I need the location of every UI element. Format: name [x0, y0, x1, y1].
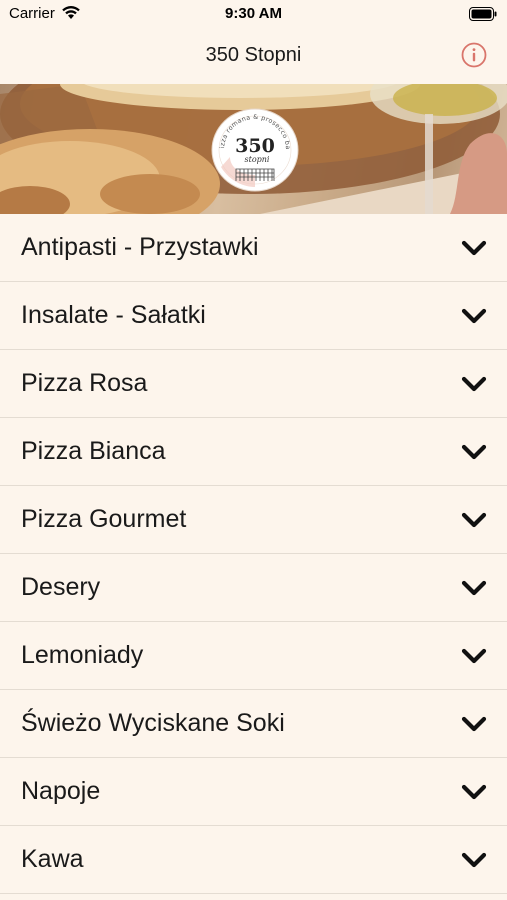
menu-category-row[interactable]: Napoje [0, 758, 507, 826]
chevron-down-icon[interactable] [461, 442, 487, 462]
info-button[interactable] [461, 42, 487, 68]
menu-category-label: Napoje [21, 777, 101, 805]
status-bar: Carrier 9:30 AM [0, 0, 507, 28]
chevron-down-icon[interactable] [461, 578, 487, 598]
logo-script-text: stopni [245, 155, 270, 164]
menu-category-row[interactable]: Pizza Rosa [0, 350, 507, 418]
menu-category-row[interactable]: Lemoniady [0, 622, 507, 690]
info-circle-icon [461, 42, 487, 68]
svg-text:stopni: stopni [245, 155, 270, 164]
menu-category-row[interactable]: Insalate - Sałatki [0, 282, 507, 350]
chevron-down-icon[interactable] [461, 306, 487, 326]
menu-category-row[interactable]: Świeżo Wyciskane Soki [0, 690, 507, 758]
menu-category-label: Desery [21, 573, 101, 601]
menu-category-row[interactable]: Pizza Gourmet [0, 486, 507, 554]
chevron-down-icon[interactable] [461, 238, 487, 258]
logo-number: 350 [235, 135, 275, 157]
menu-category-list: Antipasti - Przystawki Insalate - Sałatki… [0, 214, 507, 894]
menu-category-row[interactable]: Pizza Bianca [0, 418, 507, 486]
chevron-down-icon[interactable] [461, 374, 487, 394]
chevron-down-icon[interactable] [461, 714, 487, 734]
menu-category-row[interactable]: Desery [0, 554, 507, 622]
chevron-down-icon[interactable] [461, 782, 487, 802]
battery-icon [469, 7, 497, 25]
menu-category-label: Lemoniady [21, 641, 144, 669]
menu-category-label: Kawa [21, 845, 84, 873]
svg-text:350: 350 [235, 135, 275, 157]
clock: 9:30 AM [225, 5, 282, 22]
menu-category-row[interactable]: Kawa [0, 826, 507, 894]
menu-category-label: Pizza Rosa [21, 369, 148, 397]
chevron-down-icon[interactable] [461, 510, 487, 530]
menu-category-label: Świeżo Wyciskane Soki [21, 709, 285, 737]
chevron-down-icon[interactable] [461, 646, 487, 666]
restaurant-logo: 350 stopni pizza romana & prosecco bar [208, 102, 300, 193]
navigation-bar: 350 Stopni [0, 28, 507, 84]
menu-category-label: Pizza Bianca [21, 437, 166, 465]
chevron-down-icon[interactable] [461, 850, 487, 870]
page-title: 350 Stopni [205, 44, 302, 66]
menu-category-row[interactable]: Antipasti - Przystawki [0, 214, 507, 282]
menu-category-label: Insalate - Sałatki [21, 301, 206, 329]
menu-category-label: Pizza Gourmet [21, 505, 187, 533]
app-screen: Carrier 9:30 AM 350 Stopni 350 stopni iz… [0, 0, 507, 900]
menu-category-label: Antipasti - Przystawki [21, 233, 259, 261]
